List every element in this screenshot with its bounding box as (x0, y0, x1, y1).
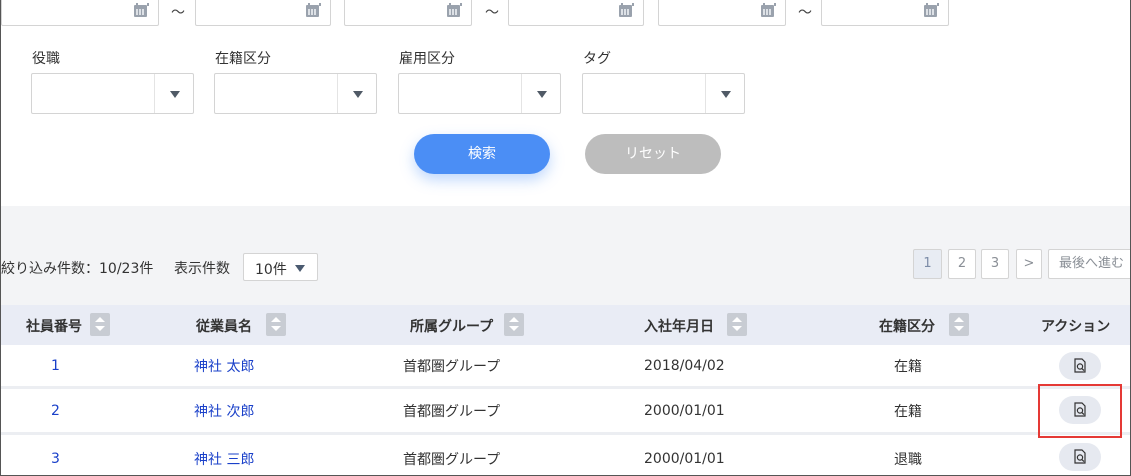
header-employee-name: 従業員名 (196, 319, 252, 335)
join-date-cell: 2000/01/01 (644, 403, 725, 419)
employee-id-link[interactable]: 2 (51, 403, 60, 419)
table-row: 2 神社 次郎 首都圏グループ 2000/01/01 在籍 (1, 389, 1130, 432)
page-2-button[interactable]: 2 (948, 249, 976, 279)
range-separator: ～ (798, 5, 812, 21)
position-select[interactable] (31, 73, 194, 114)
table-row: 3 神社 三郎 首都圏グループ 2000/01/01 退職 (1, 435, 1130, 475)
page-frame: ～ ～ ～ 役職 在籍区分 雇用区分 タグ 検索 リセット 絞り込み件数：10/… (0, 0, 1131, 476)
calendar-icon[interactable] (134, 3, 149, 17)
sort-icon[interactable] (90, 313, 110, 336)
sort-icon[interactable] (727, 313, 747, 336)
pagination: 1 2 3 > 最後へ進む (1, 249, 1130, 279)
join-date-cell: 2018/04/02 (644, 358, 725, 374)
status-cell: 在籍 (894, 359, 922, 375)
employment-select[interactable] (398, 73, 561, 114)
range-separator: ～ (485, 5, 499, 21)
date-to-input-1[interactable] (195, 0, 331, 26)
date-from-input-3[interactable] (658, 0, 786, 26)
position-label: 役職 (32, 51, 60, 67)
select-divider (705, 74, 706, 113)
tag-label: タグ (583, 51, 611, 67)
header-status: 在籍区分 (879, 319, 935, 335)
tag-select[interactable] (582, 73, 745, 114)
status-cell: 在籍 (894, 404, 922, 420)
enrollment-label: 在籍区分 (215, 51, 271, 67)
date-to-input-2[interactable] (508, 0, 644, 26)
calendar-icon[interactable] (761, 3, 776, 17)
join-date-cell: 2000/01/01 (644, 451, 725, 467)
calendar-icon[interactable] (924, 3, 939, 17)
caret-down-icon (170, 91, 180, 98)
table-row: 1 神社 太郎 首都圏グループ 2018/04/02 在籍 (1, 345, 1130, 388)
enrollment-select[interactable] (214, 73, 377, 114)
range-separator: ～ (171, 5, 185, 21)
search-panel: ～ ～ ～ 役職 在籍区分 雇用区分 タグ 検索 リセット (1, 0, 1130, 206)
reset-button[interactable]: リセット (585, 134, 721, 174)
group-cell: 首都圏グループ (403, 359, 501, 375)
caret-down-icon (721, 91, 731, 98)
employee-id-link[interactable]: 1 (51, 358, 60, 374)
date-to-input-3[interactable] (821, 0, 949, 26)
select-divider (337, 74, 338, 113)
header-join-date: 入社年月日 (644, 319, 714, 335)
header-employee-id: 社員番号 (26, 319, 82, 335)
header-action: アクション (1041, 319, 1111, 335)
caret-down-icon (537, 91, 547, 98)
sort-icon[interactable] (266, 313, 286, 336)
next-page-button[interactable]: > (1016, 249, 1042, 279)
date-from-input-1[interactable] (1, 0, 159, 26)
calendar-icon[interactable] (447, 3, 462, 17)
calendar-icon[interactable] (619, 3, 634, 17)
sort-icon[interactable] (504, 313, 524, 336)
group-cell: 首都圏グループ (403, 452, 501, 468)
document-search-icon (1074, 358, 1086, 373)
header-group: 所属グループ (410, 319, 494, 335)
date-from-input-2[interactable] (344, 0, 472, 26)
employee-id-link[interactable]: 3 (51, 451, 60, 467)
caret-down-icon (353, 91, 363, 98)
status-cell: 退職 (894, 452, 922, 468)
select-divider (154, 74, 155, 113)
group-cell: 首都圏グループ (403, 404, 501, 420)
employment-label: 雇用区分 (399, 51, 455, 67)
select-divider (521, 74, 522, 113)
calendar-icon[interactable] (306, 3, 321, 17)
document-search-icon (1074, 449, 1086, 464)
page-1-button[interactable]: 1 (913, 249, 942, 279)
search-button[interactable]: 検索 (414, 134, 550, 174)
employee-name-link[interactable]: 神社 三郎 (194, 449, 254, 469)
last-page-button[interactable]: 最後へ進む (1048, 249, 1130, 279)
table-header: 社員番号 従業員名 所属グループ 入社年月日 在籍区分 アクション (1, 305, 1130, 345)
highlight-box (1038, 384, 1122, 438)
view-details-button[interactable] (1059, 443, 1101, 471)
view-details-button[interactable] (1059, 352, 1101, 380)
employee-name-link[interactable]: 神社 太郎 (194, 356, 254, 376)
employee-name-link[interactable]: 神社 次郎 (194, 401, 254, 421)
page-3-button[interactable]: 3 (981, 249, 1009, 279)
sort-icon[interactable] (949, 313, 969, 336)
